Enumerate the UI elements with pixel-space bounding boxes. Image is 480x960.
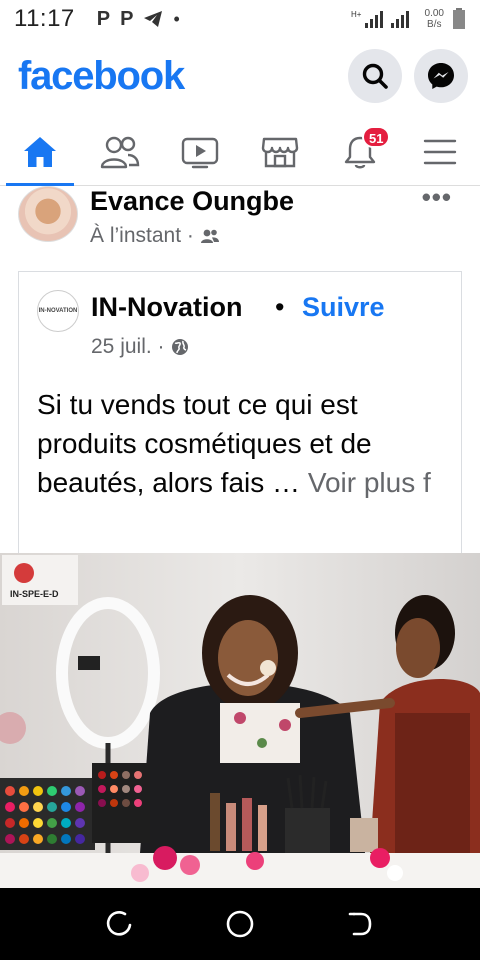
messenger-icon — [428, 63, 454, 89]
network-speed: 0.00 B/s — [425, 8, 444, 30]
post-time[interactable]: À l’instant · — [90, 224, 194, 248]
speed-unit: B/s — [427, 19, 442, 30]
status-notifications: P P • — [97, 8, 180, 31]
tab-watch[interactable] — [160, 118, 240, 185]
telegram-icon — [144, 11, 163, 27]
facebook-logo[interactable]: facebook — [18, 54, 185, 99]
network-label: H+ — [351, 10, 362, 19]
back-icon[interactable] — [345, 909, 375, 939]
home-button-icon[interactable] — [224, 908, 256, 940]
search-icon — [362, 63, 388, 89]
shared-post-date[interactable]: 25 juil. · — [91, 335, 165, 359]
tab-friends[interactable] — [80, 118, 160, 185]
tab-home[interactable] — [0, 118, 80, 186]
tab-marketplace[interactable] — [240, 118, 320, 185]
notification-p-icon: P — [96, 7, 111, 30]
home-icon — [24, 136, 56, 167]
tab-notifications[interactable]: 51 — [320, 118, 400, 185]
main-nav: 51 — [0, 118, 480, 186]
post-author-name[interactable]: Evance Oungbe — [90, 186, 294, 217]
marketplace-icon — [261, 137, 299, 167]
page-name[interactable]: IN-Novation — [91, 292, 243, 323]
see-more-link[interactable]: Voir plus f — [308, 467, 431, 498]
tab-menu[interactable] — [400, 118, 480, 185]
photo-watermark: IN-SPE-E-D — [10, 589, 59, 599]
avatar[interactable] — [18, 186, 78, 242]
battery-icon — [453, 8, 465, 29]
friends-icon — [100, 136, 140, 168]
android-nav-bar — [0, 888, 480, 960]
page-logo[interactable]: IN-NOVATION — [37, 290, 79, 332]
post-meta: À l’instant · — [90, 224, 220, 248]
header-actions — [348, 49, 468, 103]
app-header: facebook — [0, 42, 480, 110]
signal-icon: H+ — [351, 10, 409, 28]
makeup-photo: IN-SPE-E-D — [0, 553, 480, 888]
post-header: Evance Oungbe À l’instant · ••• — [0, 182, 480, 256]
search-button[interactable] — [348, 49, 402, 103]
more-notifications-icon: • — [173, 8, 180, 29]
speed-value: 0.00 — [424, 8, 444, 19]
video-icon — [181, 137, 219, 168]
notification-p-icon-2: P — [120, 7, 134, 30]
globe-icon — [171, 339, 188, 355]
follow-separator: • — [275, 292, 285, 322]
shared-post-meta: 25 juil. · — [91, 335, 189, 359]
menu-icon — [423, 139, 457, 164]
follow-button[interactable]: Suivre — [302, 292, 385, 323]
status-bar: 11:17 P P • H+ 0.00 B/s — [0, 0, 480, 38]
messenger-button[interactable] — [414, 49, 468, 103]
status-time: 11:17 — [14, 5, 75, 32]
notification-badge: 51 — [362, 126, 391, 148]
post-photo[interactable]: IN-SPE-E-D — [0, 553, 480, 888]
post-options-button[interactable]: ••• — [422, 182, 452, 213]
friends-audience-icon — [200, 229, 219, 243]
shared-post-card[interactable]: IN-NOVATION IN-Novation • Suivre 25 juil… — [18, 271, 462, 561]
recent-apps-icon[interactable] — [105, 909, 135, 939]
post-text: Si tu vends tout ce qui est produits cos… — [37, 385, 447, 502]
status-right: H+ 0.00 B/s — [351, 8, 466, 30]
